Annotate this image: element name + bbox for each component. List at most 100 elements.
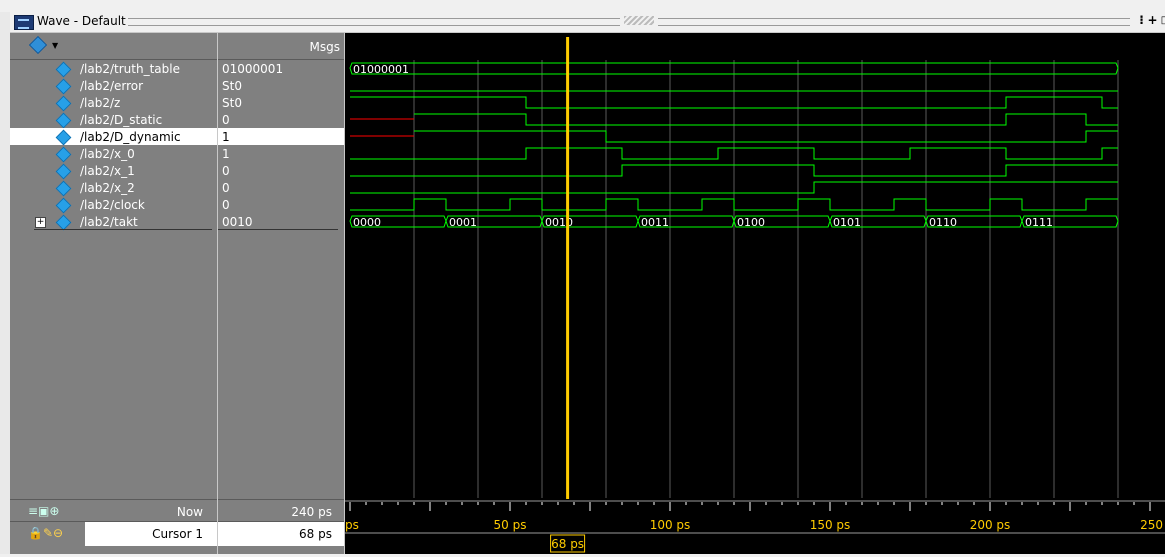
wave-truth-table-label: 01000001 (353, 63, 409, 76)
row-underline (34, 229, 212, 230)
signal-value: 01000001 (222, 62, 284, 76)
cursor-value: 68 ps (299, 527, 332, 541)
signal-value: 0 (222, 181, 230, 195)
cursor-value-row: 68 ps (218, 521, 344, 546)
signal-diamond-icon (55, 214, 72, 231)
signal-value: 1 (222, 130, 230, 144)
signal-row[interactable]: /lab2/D_dynamic (10, 128, 217, 146)
signal-row[interactable]: /lab2/z (10, 94, 217, 112)
wave-takt-label: 0001 (449, 216, 477, 229)
signal-value: 0010 (222, 215, 253, 229)
signal-row[interactable]: /lab2/x_1 (10, 162, 217, 180)
signal-values-pane: Msgs 01000001 St0 St0 0 1 1 0 0 0 0010 240 ps 68 … (218, 33, 344, 554)
signal-value-row[interactable]: 0 (218, 179, 344, 196)
wave-takt-label: 0110 (929, 216, 957, 229)
wave-takt-label: 0100 (737, 216, 765, 229)
ruler-tick-label: 150 ps (810, 518, 851, 532)
signal-name: /lab2/x_0 (80, 147, 135, 161)
cursor-label: Cursor 1 (152, 527, 203, 541)
wave-takt-label: 0000 (353, 216, 381, 229)
signal-value-row[interactable]: 1 (218, 128, 344, 145)
waveform-canvas[interactable]: 010000010000 0001 0010 0011 0100 0101 0110 0111… (345, 33, 1165, 554)
dock-icon[interactable]: ⁝ (1136, 14, 1147, 26)
signal-diamond-icon (55, 112, 72, 129)
now-label: Now (176, 505, 203, 519)
msgs-header: Msgs (218, 33, 344, 60)
ruler-tick-label: 50 ps (494, 518, 527, 532)
signal-name: /lab2/truth_table (80, 62, 180, 76)
signal-value: 0 (222, 198, 230, 212)
zoom-plus-icon[interactable]: + (1147, 14, 1158, 26)
signal-name: /lab2/z (80, 96, 121, 110)
waveform-pane[interactable]: 01000001 0000 0001 0010 0011 0100 0101 0110 0111… (345, 33, 1165, 554)
signal-name: /lab2/x_2 (80, 181, 135, 195)
title-bar[interactable]: Wave - Default ⁝ + ◲ (10, 12, 1165, 33)
signal-value-row[interactable]: 0 (218, 162, 344, 179)
signal-value-row[interactable]: St0 (218, 94, 344, 111)
signal-value-row[interactable]: 1 (218, 145, 344, 162)
signal-value: St0 (222, 79, 242, 93)
signal-value-row[interactable]: 01000001 (218, 60, 344, 77)
now-value: 240 ps (291, 505, 332, 519)
signal-name: /lab2/x_1 (80, 164, 135, 178)
signal-value: 0 (222, 113, 230, 127)
cursor-row: 🔒✎⊖ Cursor 1 (10, 521, 217, 546)
signal-name: /lab2/D_dynamic (80, 130, 181, 144)
signal-diamond-icon (55, 180, 72, 197)
signal-value-row[interactable]: St0 (218, 77, 344, 94)
signal-row[interactable]: /lab2/D_static (10, 111, 217, 129)
signal-name: /lab2/clock (80, 198, 145, 212)
title-groove-right (658, 18, 1130, 26)
window-title: Wave - Default (37, 14, 126, 28)
signal-value: 1 (222, 147, 230, 161)
signal-value-row[interactable]: 0010 (218, 213, 344, 230)
cursor-marker-text: 68 ps (551, 537, 584, 551)
signal-diamond-icon (55, 146, 72, 163)
signal-value-row[interactable]: 0 (218, 196, 344, 213)
now-value-row: 240 ps (218, 499, 344, 521)
expand-icon[interactable]: + (35, 217, 46, 228)
ruler-tick-label: 100 ps (650, 518, 691, 532)
signal-row[interactable]: /lab2/clock (10, 196, 217, 214)
wave-takt-label: 0011 (641, 216, 669, 229)
signal-names-pane: ▼ /lab2/truth_table/lab2/error/lab2/z/la… (10, 33, 217, 554)
signal-diamond-icon (55, 61, 72, 78)
signal-row[interactable]: /lab2/x_0 (10, 145, 217, 163)
wave-takt-label: 0101 (833, 216, 861, 229)
signal-diamond-icon (55, 95, 72, 112)
wave-d-static (414, 113, 1118, 126)
ruler-tick-label: 200 ps (970, 518, 1011, 532)
now-row: ≡▣⊕ Now (10, 499, 217, 521)
wave-clock (350, 198, 1118, 211)
signal-value: St0 (222, 96, 242, 110)
signal-value: 0 (222, 164, 230, 178)
signal-name: /lab2/takt (80, 215, 138, 229)
chevron-down-icon[interactable]: ▼ (52, 41, 58, 50)
signal-row[interactable]: /lab2/error (10, 77, 217, 95)
undock-icon[interactable]: ◲ (1160, 15, 1165, 26)
signal-row[interactable]: /lab2/truth_table (10, 60, 217, 78)
signal-diamond-icon (55, 163, 72, 180)
signal-name: /lab2/error (80, 79, 144, 93)
cursor-row-icons[interactable]: 🔒✎⊖ (28, 526, 63, 540)
ruler-tick-label: ps (345, 518, 359, 532)
signal-diamond-icon (55, 78, 72, 95)
signal-row[interactable]: + /lab2/takt (10, 213, 217, 231)
signal-name: /lab2/D_static (80, 113, 163, 127)
title-groove-left (128, 18, 620, 26)
msgs-header-label: Msgs (309, 40, 340, 54)
row-underline (218, 229, 338, 230)
selection-tool-icon[interactable] (28, 35, 48, 55)
signal-diamond-icon (55, 197, 72, 214)
drag-grip[interactable] (624, 16, 654, 25)
now-row-icons[interactable]: ≡▣⊕ (28, 504, 59, 518)
wave-takt-label: 0111 (1025, 216, 1053, 229)
wave-d-dynamic (414, 130, 1118, 143)
signal-value-row[interactable]: 0 (218, 111, 344, 128)
wave-window: Wave - Default ⁝ + ◲ ▼ /lab2/truth_table… (0, 0, 1165, 554)
wave-window-icon (14, 15, 34, 30)
signal-row[interactable]: /lab2/x_2 (10, 179, 217, 197)
names-header: ▼ (10, 33, 217, 60)
signal-diamond-icon (55, 129, 72, 146)
ruler-background (345, 499, 1165, 554)
